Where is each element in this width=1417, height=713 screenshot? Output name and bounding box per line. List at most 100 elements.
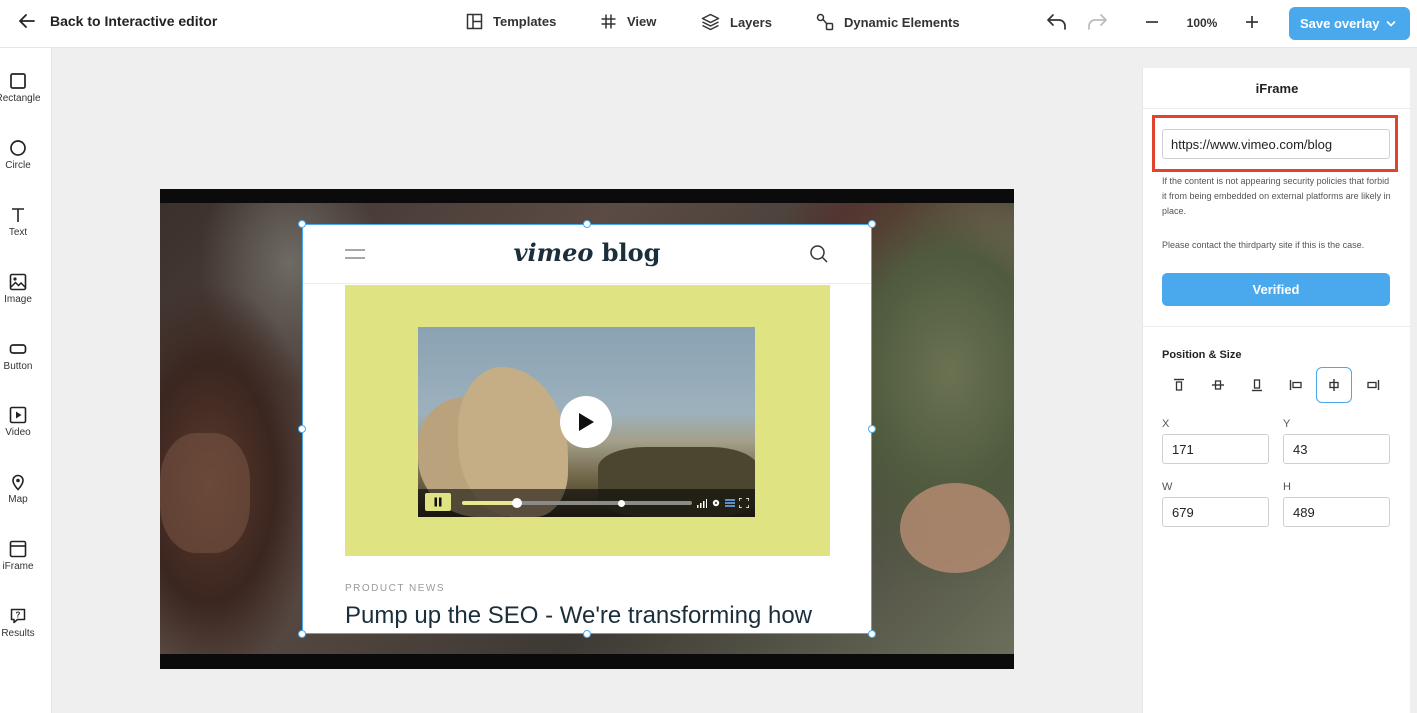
volume-bars-icon[interactable] (697, 498, 707, 508)
width-input[interactable] (1162, 497, 1269, 527)
minus-icon (1146, 21, 1158, 23)
tools-sidebar: Rectangle Circle Text Image Button Video… (0, 48, 52, 713)
arrow-left-icon (19, 14, 35, 28)
tool-video-label: Video (5, 427, 31, 438)
iframe-url-input[interactable] (1162, 129, 1390, 159)
tool-iframe[interactable]: iFrame (0, 540, 36, 572)
nav-view[interactable]: View (600, 13, 656, 30)
contact-help-text: Please contact the thirdparty site if th… (1162, 240, 1365, 250)
tool-rectangle-label: Rectangle (0, 93, 41, 104)
hero-banner (345, 285, 830, 556)
plus-icon (1246, 16, 1258, 28)
tool-video[interactable]: Video (0, 406, 36, 438)
results-icon: ? (10, 608, 26, 624)
tool-results-label: Results (1, 628, 35, 639)
back-label: Back to Interactive editor (50, 13, 218, 29)
save-overlay-button[interactable]: Save overlay (1289, 7, 1410, 40)
verified-button[interactable]: Verified (1162, 273, 1390, 306)
video-icon (9, 406, 27, 424)
back-to-editor-link[interactable]: Back to Interactive editor (18, 12, 217, 30)
align-top-icon (1174, 378, 1184, 391)
video-controls (418, 489, 755, 517)
tool-button[interactable]: Button (0, 340, 36, 372)
dynamic-elements-icon (816, 13, 834, 31)
nav-dynamic-elements-label: Dynamic Elements (844, 14, 960, 30)
resize-handle-left[interactable] (298, 425, 306, 433)
text-icon (12, 208, 24, 222)
nav-dynamic-elements[interactable]: Dynamic Elements (816, 13, 960, 31)
align-top-button[interactable] (1161, 367, 1197, 403)
tool-map-label: Map (8, 494, 28, 505)
iframe-site-header: vimeo blog (302, 224, 872, 284)
align-bottom-button[interactable] (1239, 367, 1275, 403)
fullscreen-icon[interactable] (739, 498, 749, 508)
search-icon[interactable] (809, 244, 829, 264)
y-position-input[interactable] (1283, 434, 1390, 464)
resize-handle-bottom-right[interactable] (868, 630, 876, 638)
vimeo-blog-logo[interactable]: vimeo blog (302, 238, 872, 267)
settings-gear-icon[interactable] (711, 498, 721, 508)
logo-vimeo: vimeo (513, 238, 594, 267)
resize-handle-top-left[interactable] (298, 220, 306, 228)
svg-text:?: ? (16, 611, 21, 620)
circle-icon (10, 140, 26, 156)
image-icon (9, 273, 27, 291)
play-button[interactable] (560, 396, 612, 448)
resize-handle-bottom[interactable] (583, 630, 591, 638)
align-left-button[interactable] (1278, 367, 1314, 403)
resize-handle-top-right[interactable] (868, 220, 876, 228)
progress-slider[interactable] (462, 498, 692, 508)
resize-handle-top[interactable] (583, 220, 591, 228)
iframe-element[interactable]: vimeo blog PRODUCT NEWS Pump up the SEO … (302, 224, 872, 634)
layers-icon (701, 13, 720, 31)
tool-map[interactable]: Map (0, 473, 36, 505)
align-middle-button[interactable] (1200, 367, 1236, 403)
h-label: H (1283, 481, 1291, 493)
chevron-down-icon[interactable] (1385, 18, 1397, 30)
tool-rectangle[interactable]: Rectangle (0, 72, 41, 104)
properties-panel: iFrame If the content is not appearing s… (1142, 68, 1411, 713)
nav-layers-label: Layers (730, 14, 772, 30)
undo-icon (1047, 14, 1066, 30)
play-icon (579, 413, 594, 431)
pause-button[interactable] (425, 493, 451, 511)
panel-title: iFrame (1143, 68, 1411, 109)
tool-results[interactable]: ? Results (0, 607, 36, 639)
nav-templates[interactable]: Templates (466, 13, 556, 30)
align-center-button[interactable] (1316, 367, 1352, 403)
tool-circle[interactable]: Circle (0, 139, 36, 171)
templates-icon (466, 13, 483, 30)
align-bottom-icon (1252, 379, 1262, 392)
article-headline[interactable]: Pump up the SEO - We're transforming how (345, 602, 812, 630)
x-label: X (1162, 418, 1170, 430)
grid-hash-icon (601, 14, 616, 29)
resize-handle-right[interactable] (868, 425, 876, 433)
redo-button[interactable] (1086, 12, 1108, 37)
logo-blog: blog (593, 238, 661, 267)
align-right-button[interactable] (1355, 367, 1391, 403)
pause-icon (434, 497, 442, 507)
align-left-icon (1289, 380, 1302, 390)
align-center-icon (1329, 379, 1339, 391)
iframe-icon (9, 540, 27, 558)
progress-handle[interactable] (512, 498, 523, 508)
resize-handle-bottom-left[interactable] (298, 630, 306, 638)
x-position-input[interactable] (1162, 434, 1269, 464)
zoom-out-button[interactable] (1143, 13, 1161, 36)
align-middle-icon (1212, 380, 1224, 390)
save-overlay-label: Save overlay (1300, 16, 1380, 31)
progress-fill (462, 501, 518, 505)
tool-image[interactable]: Image (0, 273, 36, 305)
tool-text[interactable]: Text (0, 206, 36, 238)
button-icon (9, 344, 27, 354)
video-player[interactable] (418, 327, 755, 517)
undo-button[interactable] (1046, 12, 1068, 37)
align-right-icon (1367, 380, 1380, 390)
chapters-list-icon[interactable] (725, 498, 735, 508)
w-label: W (1162, 481, 1173, 493)
embed-help-text: If the content is not appearing security… (1162, 176, 1391, 216)
nav-layers[interactable]: Layers (701, 13, 772, 31)
height-input[interactable] (1283, 497, 1390, 527)
zoom-in-button[interactable] (1243, 13, 1261, 36)
tool-circle-label: Circle (5, 160, 31, 171)
